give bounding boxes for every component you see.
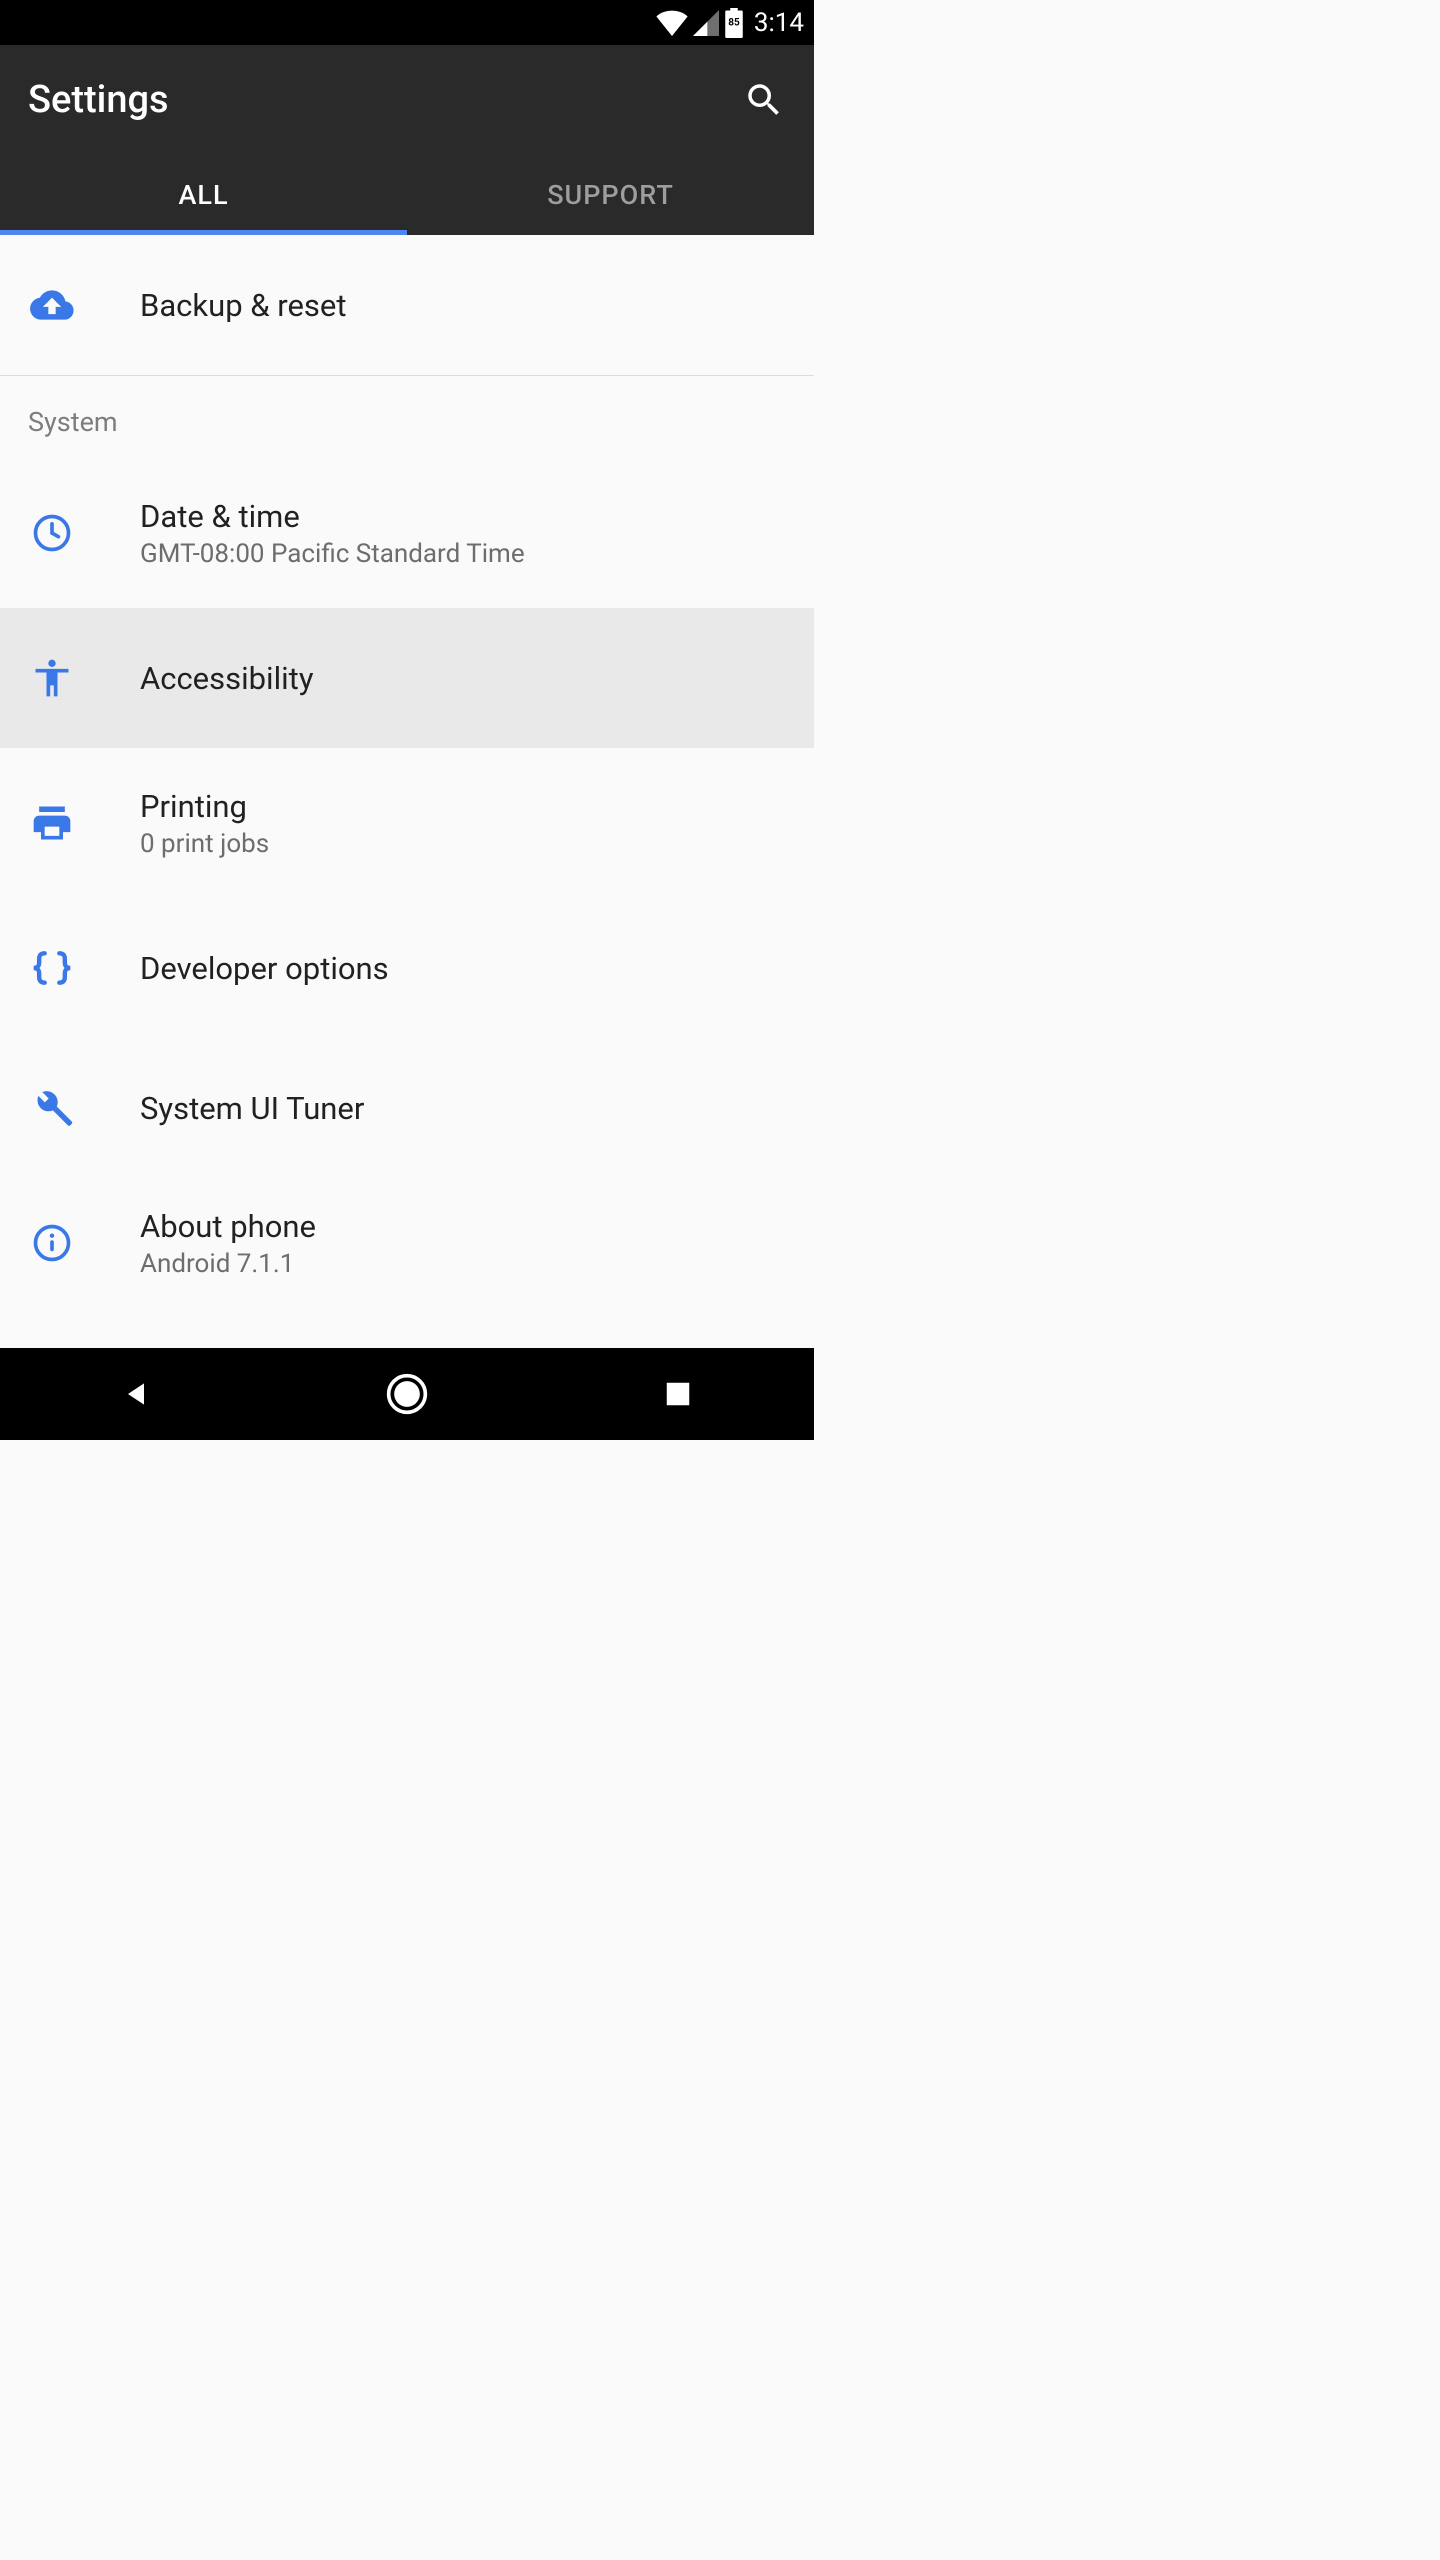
row-title: Developer options [140,950,794,987]
row-title: System UI Tuner [140,1090,794,1127]
row-title: Backup & reset [140,287,794,324]
row-title: Date & time [140,498,794,535]
app-bar: Settings [0,45,814,155]
printer-icon [30,801,74,845]
square-icon [663,1379,693,1409]
svg-text:85: 85 [728,17,740,28]
clock-icon [30,511,74,555]
row-title: Printing [140,788,794,825]
row-date-time[interactable]: Date & time GMT-08:00 Pacific Standard T… [0,458,814,608]
tab-indicator [0,230,407,235]
accessibility-icon [30,656,74,700]
wrench-icon [30,1086,74,1130]
tab-all[interactable]: ALL [0,155,407,235]
status-time: 3:14 [754,8,804,38]
back-button[interactable] [113,1371,159,1417]
row-printing[interactable]: Printing 0 print jobs [0,748,814,898]
braces-icon [30,946,74,990]
info-icon [30,1221,74,1265]
page-title: Settings [28,78,169,122]
home-button[interactable] [384,1371,430,1417]
row-system-ui-tuner[interactable]: System UI Tuner [0,1038,814,1178]
row-subtitle: 0 print jobs [140,829,794,859]
section-header-system: System [0,376,814,458]
back-icon [120,1376,152,1412]
search-icon [743,79,785,121]
cloud-upload-icon [30,283,74,327]
row-subtitle: GMT-08:00 Pacific Standard Time [140,539,794,569]
row-developer-options[interactable]: Developer options [0,898,814,1038]
row-accessibility[interactable]: Accessibility [0,608,814,748]
home-icon [385,1372,429,1416]
tab-support[interactable]: SUPPORT [407,155,814,235]
row-about-phone[interactable]: About phone Android 7.1.1 [0,1178,814,1308]
search-button[interactable] [742,78,786,122]
status-bar: 85 3:14 [0,0,814,45]
row-subtitle: Android 7.1.1 [140,1249,794,1279]
navigation-bar [0,1348,814,1440]
row-title: About phone [140,1208,794,1245]
settings-list: Backup & reset System Date & time GMT-08… [0,235,814,1348]
row-backup-reset[interactable]: Backup & reset [0,235,814,375]
recents-button[interactable] [655,1371,701,1417]
row-title: Accessibility [140,660,794,697]
wifi-icon [656,10,688,36]
tabs: ALL SUPPORT [0,155,814,235]
battery-icon: 85 [724,8,744,38]
cell-signal-icon [692,10,720,36]
